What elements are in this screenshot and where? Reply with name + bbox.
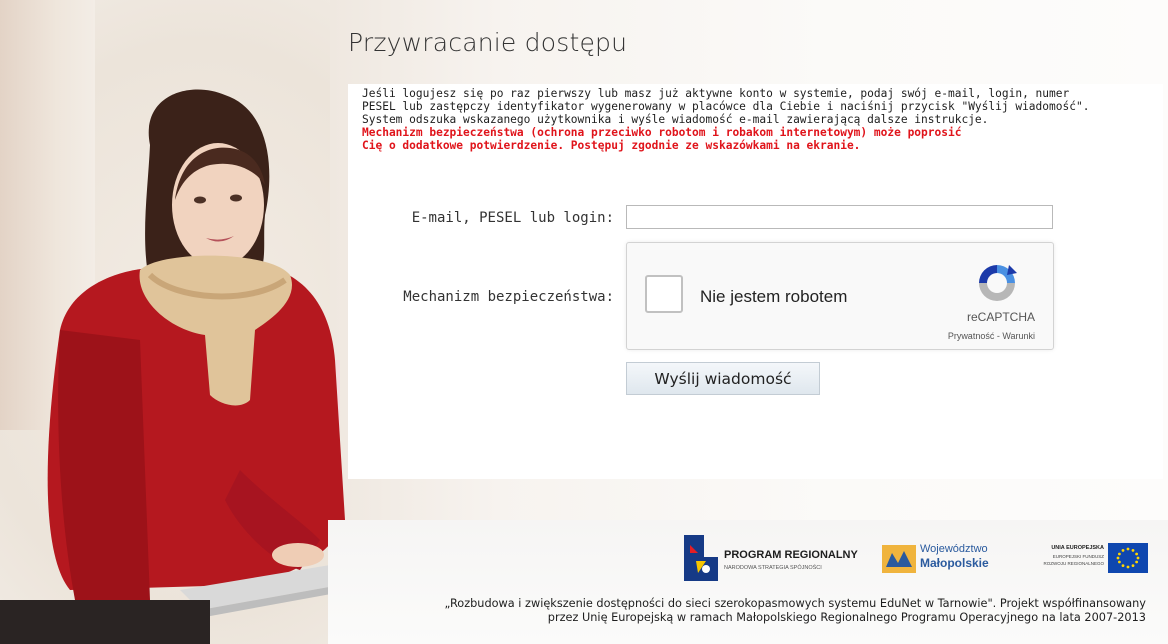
woj-line1: Województwo bbox=[920, 543, 988, 555]
recaptcha-links[interactable]: Prywatność - Warunki bbox=[948, 331, 1035, 341]
instructions: Jeśli logujesz się po raz pierwszy lub m… bbox=[362, 87, 1162, 152]
eu-logo: UNIA EUROPEJSKA EUROPEJSKI FUNDUSZ ROZWO… bbox=[1026, 543, 1148, 577]
program-title: PROGRAM REGIONALNY bbox=[724, 549, 858, 561]
footer-line: „Rozbudowa i zwiększenie dostępności do … bbox=[444, 597, 1147, 610]
instructions-line: System odszuka wskazanego użytkownika i … bbox=[362, 113, 989, 126]
recaptcha-brand: reCAPTCHA bbox=[966, 310, 1035, 324]
eu-flag-icon bbox=[1108, 543, 1148, 573]
eu-line3: ROZWOJU REGIONALNEGO bbox=[1043, 561, 1104, 566]
recaptcha-icon bbox=[979, 265, 1017, 301]
security-warning: Mechanizm bezpieczeństwa (ochrona przeci… bbox=[362, 126, 962, 139]
recaptcha-checkbox[interactable] bbox=[645, 275, 683, 313]
recaptcha-label: Nie jestem robotem bbox=[700, 287, 848, 306]
send-message-button[interactable]: Wyślij wiadomość bbox=[626, 362, 820, 395]
hero-photo bbox=[0, 89, 345, 644]
program-regionalny-icon bbox=[684, 535, 718, 581]
instructions-line: PESEL lub zastępczy identyfikator wygene… bbox=[362, 100, 1090, 113]
program-subtitle: NARODOWA STRATEGIA SPÓJNOŚCI bbox=[724, 565, 822, 571]
program-regionalny-logo: PROGRAM REGIONALNY NARODOWA STRATEGIA SP… bbox=[684, 535, 874, 581]
security-warning: Cię o dodatkowe potwierdzenie. Postępuj … bbox=[362, 139, 861, 152]
footer-line: przez Unię Europejską w ramach Małopolsk… bbox=[547, 611, 1146, 624]
woj-line2: Małopolskie bbox=[920, 556, 989, 570]
security-label: Mechanizm bezpieczeństwa: bbox=[403, 289, 614, 305]
eu-line1: UNIA EUROPEJSKA bbox=[1051, 545, 1104, 551]
eu-line2: EUROPEJSKI FUNDUSZ bbox=[1052, 554, 1104, 559]
footer-project-note: „Rozbudowa i zwiększenie dostępności do … bbox=[340, 597, 1147, 625]
email-label: E-mail, PESEL lub login: bbox=[411, 210, 614, 226]
page-title: Przywracanie dostępu bbox=[348, 28, 628, 57]
malopolska-icon bbox=[882, 545, 916, 573]
wojewodztwo-logo: Województwo Małopolskie bbox=[882, 543, 1012, 577]
instructions-line: Jeśli logujesz się po raz pierwszy lub m… bbox=[362, 87, 1070, 100]
email-input[interactable] bbox=[626, 205, 1053, 229]
recaptcha-widget: Nie jestem robotem reCAPTCHA Prywatność … bbox=[626, 242, 1054, 350]
